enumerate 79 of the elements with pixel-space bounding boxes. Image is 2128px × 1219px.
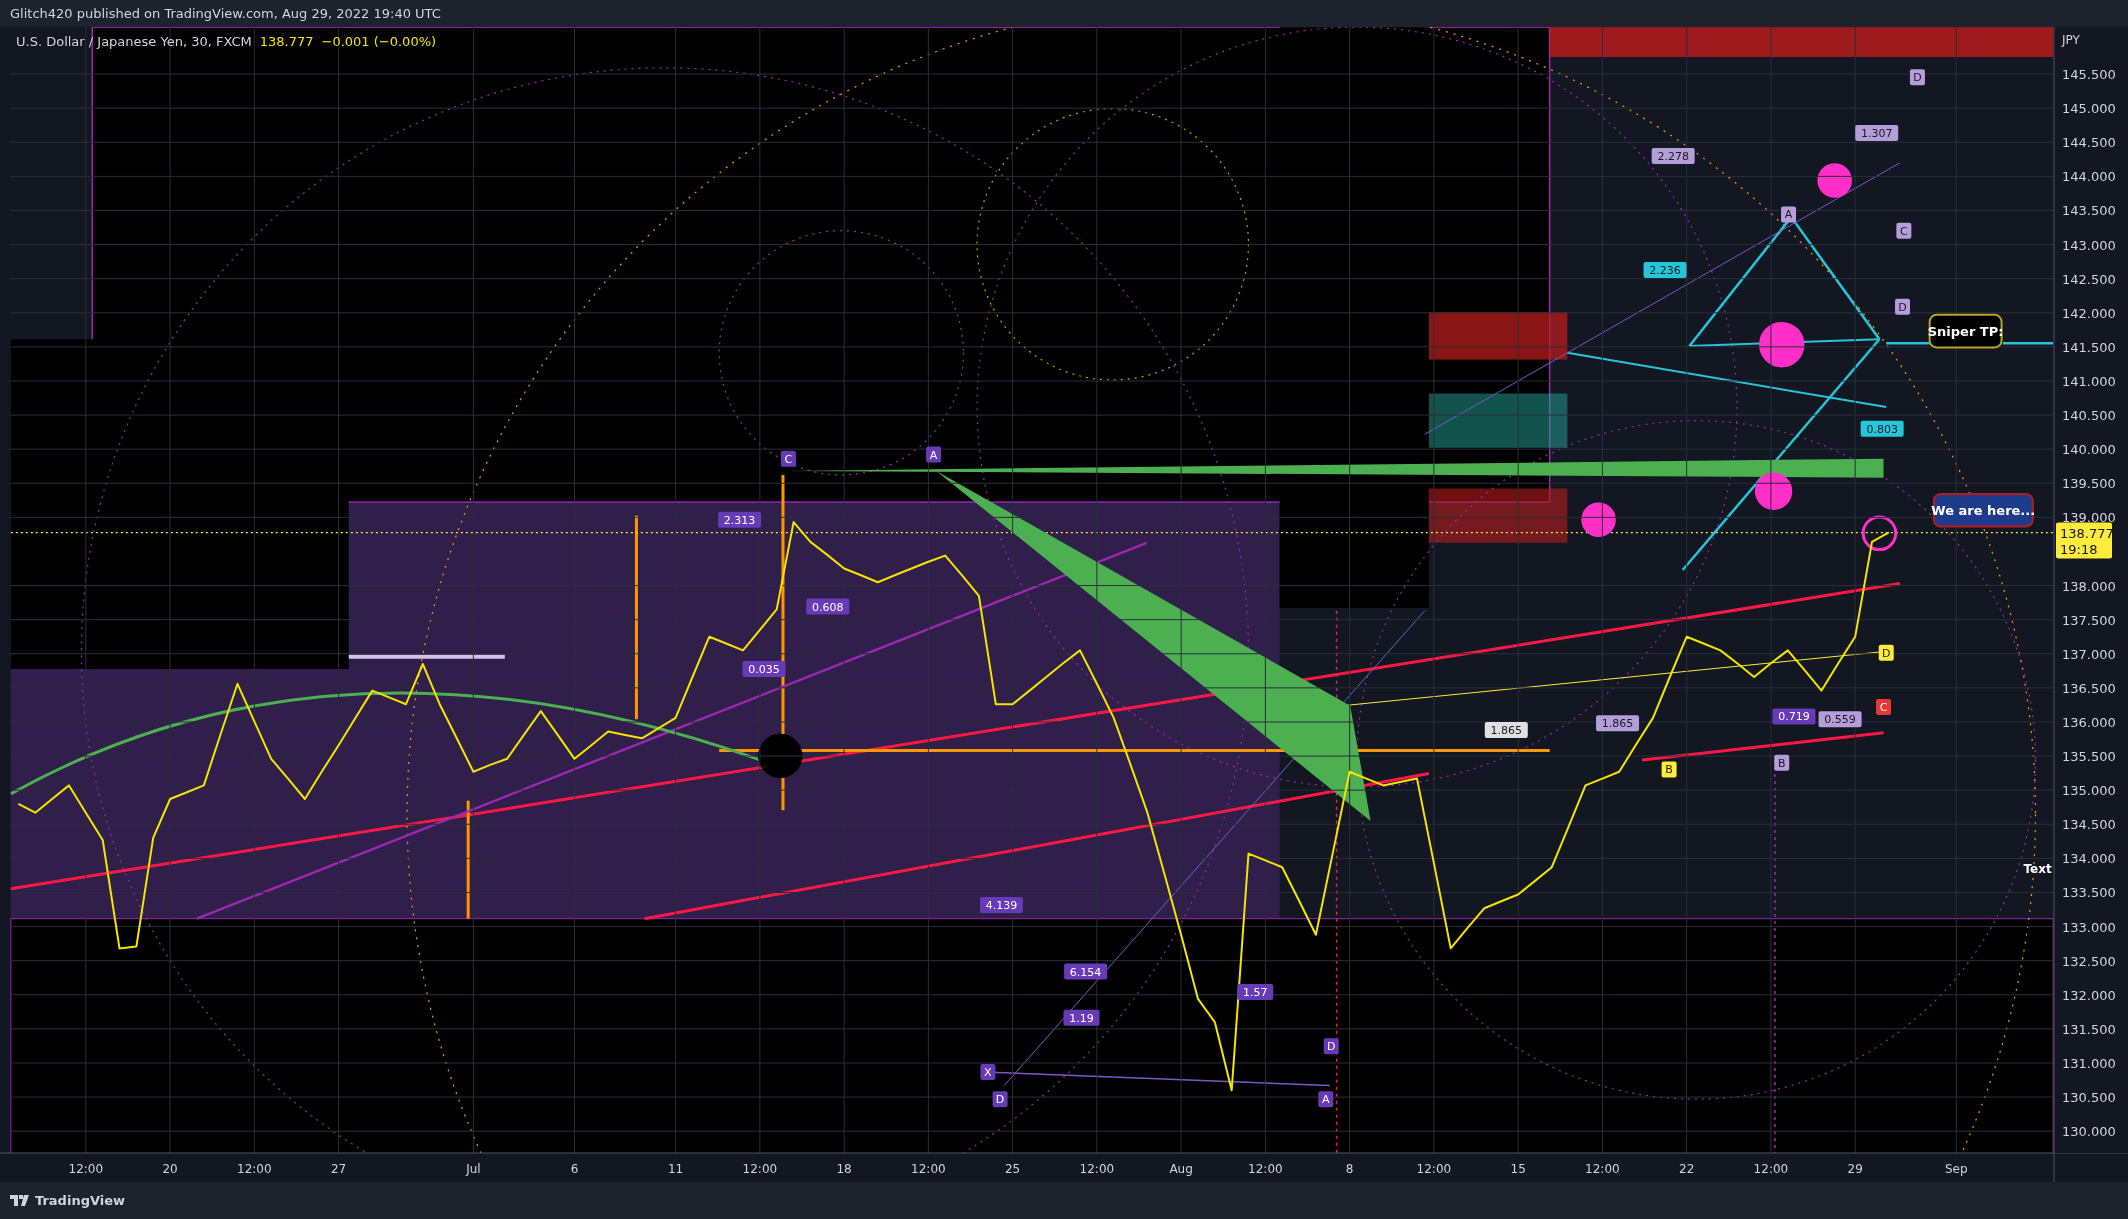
price-tick-label: 132.000 <box>2062 987 2116 1003</box>
time-tick-label: 11 <box>667 1162 684 1176</box>
price-badge: 138.777 19:18 <box>2056 522 2114 559</box>
pattern-label: 4.139 <box>979 897 1023 914</box>
circle-marker <box>758 733 803 779</box>
price-tick-label: 131.500 <box>2062 1021 2116 1037</box>
time-tick-label: Sep <box>1944 1162 1968 1176</box>
trend-line <box>2002 342 2054 345</box>
price-tick-label: 141.500 <box>2062 339 2116 355</box>
price-change: −0.001 (−0.00%) <box>321 34 437 49</box>
circle-marker <box>1581 502 1616 537</box>
price-tick-label: 143.500 <box>2062 203 2116 219</box>
price-tick-label: 142.500 <box>2062 271 2116 287</box>
circle-marker <box>1861 515 1898 552</box>
pattern-label: 1.865 <box>1484 722 1528 739</box>
price-tick-label: 132.500 <box>2062 953 2116 969</box>
time-tick-label: 27 <box>330 1162 347 1176</box>
pattern-label: 0.559 <box>1818 711 1862 728</box>
price-tick-label: 136.000 <box>2062 714 2116 730</box>
time-tick-label: 6 <box>570 1162 579 1176</box>
price-tick-label: 130.500 <box>2062 1090 2116 1106</box>
pattern-label: 0.719 <box>1772 708 1816 725</box>
time-tick-label: Jul <box>466 1162 481 1176</box>
pattern-label: X <box>980 1064 996 1081</box>
pattern-label: 2.236 <box>1643 262 1687 279</box>
price-tick-label: 145.500 <box>2062 67 2116 83</box>
time-tick-label: 12:00 <box>68 1162 104 1176</box>
time-tick-label: 12:00 <box>911 1162 946 1176</box>
price-tick-label: 135.500 <box>2062 749 2116 765</box>
brand-name[interactable]: TradingView <box>35 1193 126 1208</box>
circle-marker <box>1754 472 1793 510</box>
pattern-label: A <box>1781 206 1797 223</box>
price-tick-label: 143.000 <box>2062 237 2116 253</box>
price-tick-label: 134.000 <box>2062 851 2116 867</box>
price-tick-label: 144.500 <box>2062 135 2116 151</box>
pattern-label: 0.035 <box>742 661 786 677</box>
time-tick-label: 29 <box>1847 1162 1863 1176</box>
price-tick-label: 144.000 <box>2062 169 2116 185</box>
price-tick-label: 138.000 <box>2062 578 2116 594</box>
time-tick-label: 15 <box>1510 1162 1526 1176</box>
time-tick-label: 12:00 <box>1416 1162 1452 1176</box>
price-tick-label: 140.000 <box>2062 442 2116 458</box>
pattern-label: C <box>1876 699 1891 715</box>
time-tick-label: 8 <box>1345 1162 1354 1176</box>
price-tick-label: 135.000 <box>2062 783 2116 799</box>
time-tick-label: 12:00 <box>742 1162 778 1176</box>
time-tick-label: 20 <box>162 1162 178 1176</box>
time-tick-label: 18 <box>836 1162 852 1176</box>
pattern-label: 2.278 <box>1651 148 1695 165</box>
time-tick-label: 12:00 <box>1753 1162 1789 1176</box>
pattern-label: A <box>1318 1091 1334 1108</box>
last-price: 138.777 <box>259 34 314 49</box>
price-tick-label: 131.000 <box>2062 1055 2116 1071</box>
time-tick-label: 12:00 <box>1079 1162 1115 1176</box>
time-tick-label: 12:00 <box>1585 1162 1620 1176</box>
price-tick-label: 137.000 <box>2062 646 2116 662</box>
currency-label: JPY <box>2062 33 2080 47</box>
circle-marker <box>1759 321 1805 368</box>
price-tick-label: 134.500 <box>2062 817 2116 833</box>
chart-text: Text <box>2023 862 2052 877</box>
price-tick-label: 141.000 <box>2062 373 2116 389</box>
time-tick-label: 22 <box>1679 1162 1695 1176</box>
price-tick-label: 133.000 <box>2062 919 2116 935</box>
price-tick-label: 130.000 <box>2062 1124 2116 1140</box>
time-tick-label: 12:00 <box>1248 1162 1283 1176</box>
price-tick-label: 133.500 <box>2062 885 2116 901</box>
price-tick-label: 139.500 <box>2062 476 2116 492</box>
time-tick-label: 25 <box>1005 1162 1021 1176</box>
symbol-title: U.S. Dollar / Japanese Yen, 30, FXCM <box>16 34 252 49</box>
price-tick-label: 140.500 <box>2062 408 2116 424</box>
price-tick-label: 136.500 <box>2062 680 2116 696</box>
pattern-label: 1.865 <box>1596 715 1640 732</box>
logo-icon <box>10 1195 30 1206</box>
price-tick-label: 137.500 <box>2062 612 2116 628</box>
time-tick-label: Aug <box>1169 1162 1193 1176</box>
price-tick-label: 145.000 <box>2062 101 2116 117</box>
price-tick-label: 142.000 <box>2062 305 2116 321</box>
time-tick-label: 12:00 <box>237 1162 272 1176</box>
publisher-line: Glitch420 published on TradingView.com, Aug 29, 2022 19:40 UTC <box>10 6 441 21</box>
